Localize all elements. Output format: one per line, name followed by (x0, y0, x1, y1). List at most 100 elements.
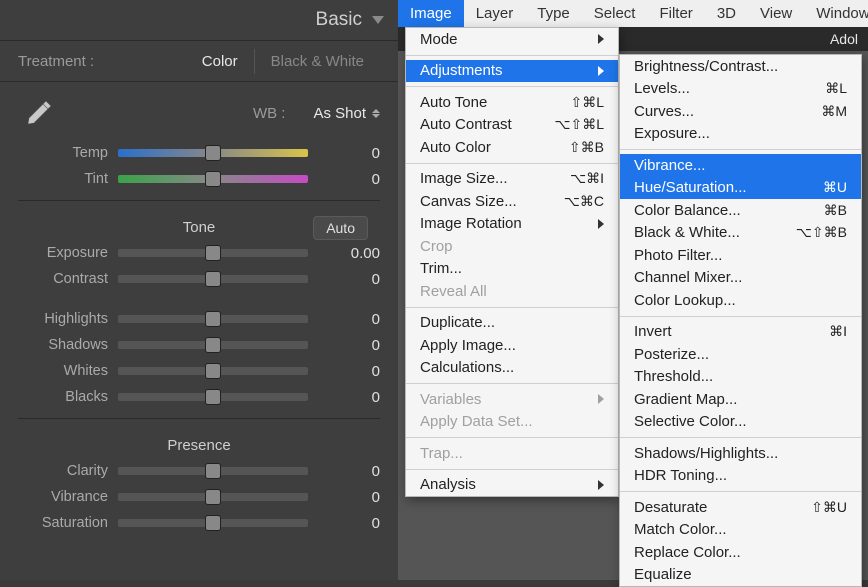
menu-image-size[interactable]: Image Size...⌥⌘I (406, 168, 618, 191)
menu-auto-tone[interactable]: Auto Tone⇧⌘L (406, 91, 618, 114)
menu-duplicate[interactable]: Duplicate... (406, 312, 618, 335)
blacks-slider[interactable] (118, 393, 308, 401)
slider-thumb[interactable] (205, 363, 221, 379)
contrast-slider[interactable] (118, 275, 308, 283)
wb-dropdown[interactable]: As Shot (313, 105, 380, 122)
menu-apply-image[interactable]: Apply Image... (406, 334, 618, 357)
treatment-color[interactable]: Color (186, 49, 254, 74)
auto-button[interactable]: Auto (313, 216, 368, 240)
menubar-select[interactable]: Select (582, 0, 648, 27)
temp-slider[interactable] (118, 149, 308, 157)
vibrance-slider[interactable] (118, 493, 308, 501)
slider-thumb[interactable] (205, 171, 221, 187)
menu-label: Levels... (634, 80, 690, 97)
slider-thumb[interactable] (205, 145, 221, 161)
whites-value[interactable]: 0 (334, 363, 380, 380)
menu-shadows-highlights[interactable]: Shadows/Highlights... (620, 442, 861, 465)
menu-levels[interactable]: Levels...⌘L (620, 78, 861, 101)
menu-canvas-size[interactable]: Canvas Size...⌥⌘C (406, 190, 618, 213)
separator (406, 163, 618, 164)
menu-label: Variables (420, 391, 481, 408)
menu-match-color[interactable]: Match Color... (620, 519, 861, 542)
menu-channel-mixer[interactable]: Channel Mixer... (620, 267, 861, 290)
menubar-window[interactable]: Window (804, 0, 868, 27)
menu-auto-color[interactable]: Auto Color⇧⌘B (406, 136, 618, 159)
submenu-arrow-icon (598, 480, 604, 490)
clarity-value[interactable]: 0 (334, 463, 380, 480)
menu-label: Vibrance... (634, 157, 705, 174)
menu-selective-color[interactable]: Selective Color... (620, 411, 861, 434)
blacks-value[interactable]: 0 (334, 389, 380, 406)
exposure-value[interactable]: 0.00 (334, 245, 380, 262)
menu-curves[interactable]: Curves...⌘M (620, 100, 861, 123)
menu-label: Hue/Saturation... (634, 179, 747, 196)
menu-equalize[interactable]: Equalize (620, 564, 861, 587)
menubar-image[interactable]: Image (398, 0, 464, 27)
exposure-slider[interactable] (118, 249, 308, 257)
app-title: Adol (830, 31, 858, 47)
temp-value[interactable]: 0 (334, 145, 380, 162)
menu-gradient-map[interactable]: Gradient Map... (620, 388, 861, 411)
menu-invert[interactable]: Invert⌘I (620, 321, 861, 344)
clarity-slider[interactable] (118, 467, 308, 475)
vibrance-value[interactable]: 0 (334, 489, 380, 506)
slider-thumb[interactable] (205, 389, 221, 405)
menu-image-rotation[interactable]: Image Rotation (406, 213, 618, 236)
menu-label: Auto Tone (420, 94, 487, 111)
menu-mode[interactable]: Mode (406, 28, 618, 51)
menu-adjustments[interactable]: Adjustments (406, 60, 618, 83)
menu-auto-contrast[interactable]: Auto Contrast⌥⇧⌘L (406, 114, 618, 137)
menu-replace-color[interactable]: Replace Color... (620, 541, 861, 564)
saturation-slider[interactable] (118, 519, 308, 527)
menubar-type[interactable]: Type (525, 0, 582, 27)
menu-hue-saturation[interactable]: Hue/Saturation... ⌘U (620, 177, 861, 200)
menu-desaturate[interactable]: Desaturate⇧⌘U (620, 496, 861, 519)
blacks-slider-row: Blacks 0 (0, 384, 398, 410)
tint-value[interactable]: 0 (334, 171, 380, 188)
highlights-slider[interactable] (118, 315, 308, 323)
panel-title: Basic (316, 9, 362, 31)
contrast-value[interactable]: 0 (334, 271, 380, 288)
menu-black-white[interactable]: Black & White...⌥⇧⌘B (620, 222, 861, 245)
menu-threshold[interactable]: Threshold... (620, 366, 861, 389)
slider-thumb[interactable] (205, 245, 221, 261)
saturation-value[interactable]: 0 (334, 515, 380, 532)
menu-analysis[interactable]: Analysis (406, 474, 618, 497)
highlights-value[interactable]: 0 (334, 311, 380, 328)
menu-hdr-toning[interactable]: HDR Toning... (620, 465, 861, 488)
menu-label: Canvas Size... (420, 193, 517, 210)
tint-slider[interactable] (118, 175, 308, 183)
menu-exposure[interactable]: Exposure... (620, 123, 861, 146)
menubar-3d[interactable]: 3D (705, 0, 748, 27)
contrast-label: Contrast (18, 271, 118, 287)
panel-header[interactable]: Basic (0, 0, 398, 41)
whites-label: Whites (18, 363, 118, 379)
temp-slider-row: Temp 0 (0, 140, 398, 166)
slider-thumb[interactable] (205, 463, 221, 479)
shadows-value[interactable]: 0 (334, 337, 380, 354)
separator (406, 437, 618, 438)
slider-thumb[interactable] (205, 311, 221, 327)
menu-color-balance[interactable]: Color Balance...⌘B (620, 199, 861, 222)
slider-thumb[interactable] (205, 515, 221, 531)
slider-thumb[interactable] (205, 489, 221, 505)
menu-vibrance[interactable]: Vibrance... (620, 154, 861, 177)
menu-color-lookup[interactable]: Color Lookup... (620, 289, 861, 312)
menu-photo-filter[interactable]: Photo Filter... (620, 244, 861, 267)
treatment-bw[interactable]: Black & White (255, 49, 380, 74)
presence-section-header: Presence (0, 427, 398, 458)
menubar-view[interactable]: View (748, 0, 804, 27)
eyedropper-icon[interactable] (18, 92, 60, 134)
shortcut: ⌘U (823, 179, 847, 196)
slider-thumb[interactable] (205, 271, 221, 287)
menu-trim[interactable]: Trim... (406, 258, 618, 281)
whites-slider[interactable] (118, 367, 308, 375)
menubar-filter[interactable]: Filter (647, 0, 704, 27)
temp-label: Temp (18, 145, 118, 161)
menu-brightness-contrast[interactable]: Brightness/Contrast... (620, 55, 861, 78)
menu-posterize[interactable]: Posterize... (620, 343, 861, 366)
shadows-slider[interactable] (118, 341, 308, 349)
menu-calculations[interactable]: Calculations... (406, 357, 618, 380)
menubar-layer[interactable]: Layer (464, 0, 526, 27)
slider-thumb[interactable] (205, 337, 221, 353)
